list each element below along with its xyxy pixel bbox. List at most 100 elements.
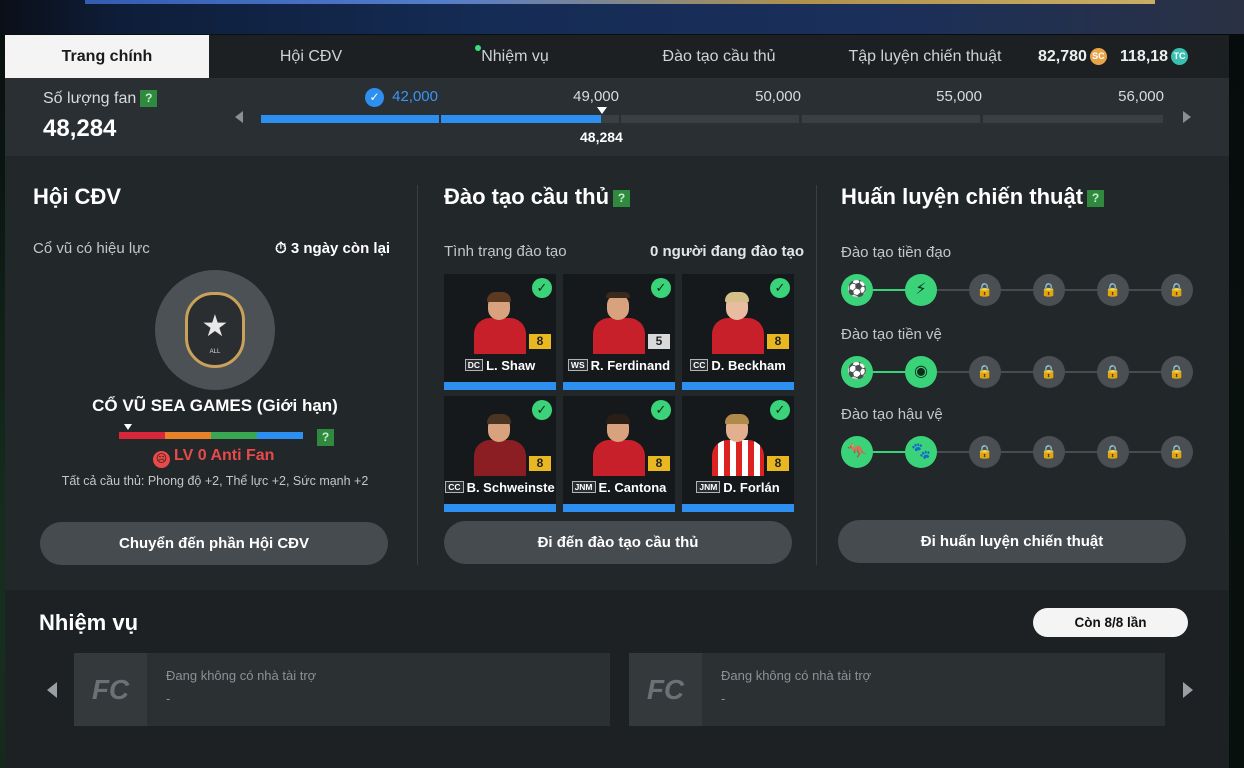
ball-icon[interactable]: ⚽ (841, 356, 873, 388)
cheer-bonus: Tất cả cầu thủ: Phong độ +2, Thể lực +2,… (61, 474, 369, 488)
player-card[interactable]: ✓ 8 JNM E. Cantona (563, 396, 675, 512)
next-arrow-icon[interactable] (1183, 682, 1193, 698)
tc-currency: 118,18 TC (1120, 35, 1189, 78)
jersey (474, 440, 526, 476)
lock-icon: 🔒 (1097, 274, 1129, 306)
season-badge: CC (690, 359, 709, 371)
tactics-title-text: Huấn luyện chiến thuật (841, 184, 1084, 209)
training-status-label: Tình trạng đào tạo (444, 243, 567, 260)
eye-icon[interactable]: ◉ (905, 356, 937, 388)
ball-kick-icon[interactable]: ⚽ (841, 274, 873, 306)
prev-arrow-icon[interactable] (235, 111, 243, 123)
go-to-supporters-button[interactable]: Chuyển đến phần Hội CĐV (40, 522, 388, 565)
sc-currency: 82,780 SC (1038, 35, 1107, 78)
lock-icon: 🔒 (969, 274, 1001, 306)
fan-level: ☹ LV 0 Anti Fan (153, 447, 274, 468)
sponsor-detail: - (166, 691, 171, 706)
milestone-5: 56,000 (1118, 88, 1164, 105)
player-portrait (712, 292, 764, 354)
tab-bar: Trang chính Hội CĐV Nhiệm vụ Đào tạo cầu… (5, 35, 1229, 78)
tc-coin-icon: TC (1171, 48, 1189, 66)
tab-missions[interactable]: Nhiệm vụ (475, 35, 555, 78)
kangaroo-icon[interactable]: 🦘 (841, 436, 873, 468)
help-icon[interactable]: ? (317, 429, 334, 446)
tab-home[interactable]: Trang chính (5, 35, 209, 78)
sponsor-slot[interactable]: FC Đang không có nhà tài trợ - (629, 653, 1165, 726)
stopwatch-icon: ⏱ (275, 240, 287, 257)
hair (487, 292, 511, 302)
progress-segment-2-fill (441, 115, 601, 123)
next-arrow-icon[interactable] (1183, 111, 1191, 123)
lightning-icon[interactable]: ⚡ (905, 274, 937, 306)
current-fan-marker (597, 107, 607, 114)
help-icon[interactable]: ? (1087, 189, 1105, 207)
season-badge: JNM (696, 481, 721, 493)
sc-amount: 82,780 (1038, 48, 1087, 65)
lock-icon: 🔒 (1033, 356, 1065, 388)
check-icon: ✓ (770, 400, 790, 420)
banner-strip (85, 0, 1155, 4)
prev-arrow-icon[interactable] (47, 682, 57, 698)
supporters-title: Hội CĐV (33, 184, 121, 209)
lock-icon: 🔒 (1033, 274, 1065, 306)
player-name: WS R. Ferdinand (563, 358, 675, 373)
progress-segment-1 (261, 115, 439, 123)
lock-icon: 🔒 (1161, 436, 1193, 468)
tab-supporters[interactable]: Hội CĐV (255, 35, 367, 78)
player-name: JNM D. Forlán (682, 480, 794, 495)
tab-missions-label: Nhiệm vụ (481, 48, 549, 65)
player-card[interactable]: ✓ 5 WS R. Ferdinand (563, 274, 675, 390)
hair (606, 292, 630, 298)
lock-icon: 🔒 (1097, 356, 1129, 388)
player-name: JNM E. Cantona (563, 480, 675, 495)
go-to-player-training-button[interactable]: Đi đến đào tạo cầu thủ (444, 521, 792, 564)
player-name-text: L. Shaw (486, 358, 536, 373)
sad-face-icon: ☹ (153, 451, 170, 468)
lock-icon: 🔒 (969, 436, 1001, 468)
training-level: 8 (767, 456, 789, 471)
card-progress-bar (682, 382, 794, 390)
milestone-2: 49,000 (573, 88, 619, 105)
player-name-text: D. Forlán (723, 480, 780, 495)
card-progress-bar (444, 382, 556, 390)
player-name-text: R. Ferdinand (590, 358, 671, 373)
star-icon: ★ (201, 310, 229, 343)
progress-segment-4 (802, 115, 980, 123)
check-icon: ✓ (651, 400, 671, 420)
current-fan-value: 48,284 (580, 129, 623, 145)
player-card[interactable]: ✓ 8 CC D. Beckham (682, 274, 794, 390)
check-icon: ✓ (532, 278, 552, 298)
hair (487, 414, 511, 424)
go-to-tactics-button[interactable]: Đi huấn luyện chiến thuật (838, 520, 1186, 563)
forward-training-track: ⚽ ⚡ 🔒 🔒 🔒 🔒 (841, 272, 1193, 308)
level-bar-blue (257, 432, 303, 439)
progress-segment-3 (621, 115, 799, 123)
tab-player-training[interactable]: Đào tạo cầu thủ (645, 35, 793, 78)
player-card[interactable]: ✓ 8 JNM D. Forlán (682, 396, 794, 512)
player-card[interactable]: ✓ 8 CC B. Schweinste (444, 396, 556, 512)
training-status-value: 0 người đang đào tạo (650, 243, 805, 260)
fan-progress-bar: Số lượng fan? 48,284 ✓ 42,000 49,000 50,… (5, 78, 1229, 156)
missions-section: Nhiệm vụ Còn 8/8 lần FC Đang không có nh… (5, 590, 1229, 768)
season-badge: CC (445, 481, 464, 493)
player-portrait (593, 414, 645, 476)
missions-title: Nhiệm vụ (39, 610, 139, 635)
check-icon: ✓ (651, 278, 671, 298)
player-card[interactable]: ✓ 8 DC L. Shaw (444, 274, 556, 390)
lock-icon: 🔒 (1033, 436, 1065, 468)
tab-tactics-training[interactable]: Tập luyện chiến thuật (835, 35, 1015, 78)
jersey (474, 318, 526, 354)
sponsor-slot[interactable]: FC Đang không có nhà tài trợ - (74, 653, 610, 726)
lock-icon: 🔒 (1097, 436, 1129, 468)
jersey (712, 318, 764, 354)
help-icon[interactable]: ? (140, 90, 158, 108)
help-icon[interactable]: ? (613, 189, 631, 207)
player-name-text: D. Beckham (711, 358, 786, 373)
sponsor-detail: - (721, 691, 726, 706)
player-training-title: Đào tạo cầu thủ? (444, 184, 631, 210)
top-banner (0, 0, 1244, 34)
supporters-section: Hội CĐV Cổ vũ có hiệu lực ⏱ 3 ngày còn l… (33, 156, 413, 590)
paw-icon[interactable]: 🐾 (905, 436, 937, 468)
badge-label: ALL (209, 349, 221, 355)
tactics-section: Huấn luyện chiến thuật? Đào tạo tiền đạo… (838, 156, 1211, 590)
